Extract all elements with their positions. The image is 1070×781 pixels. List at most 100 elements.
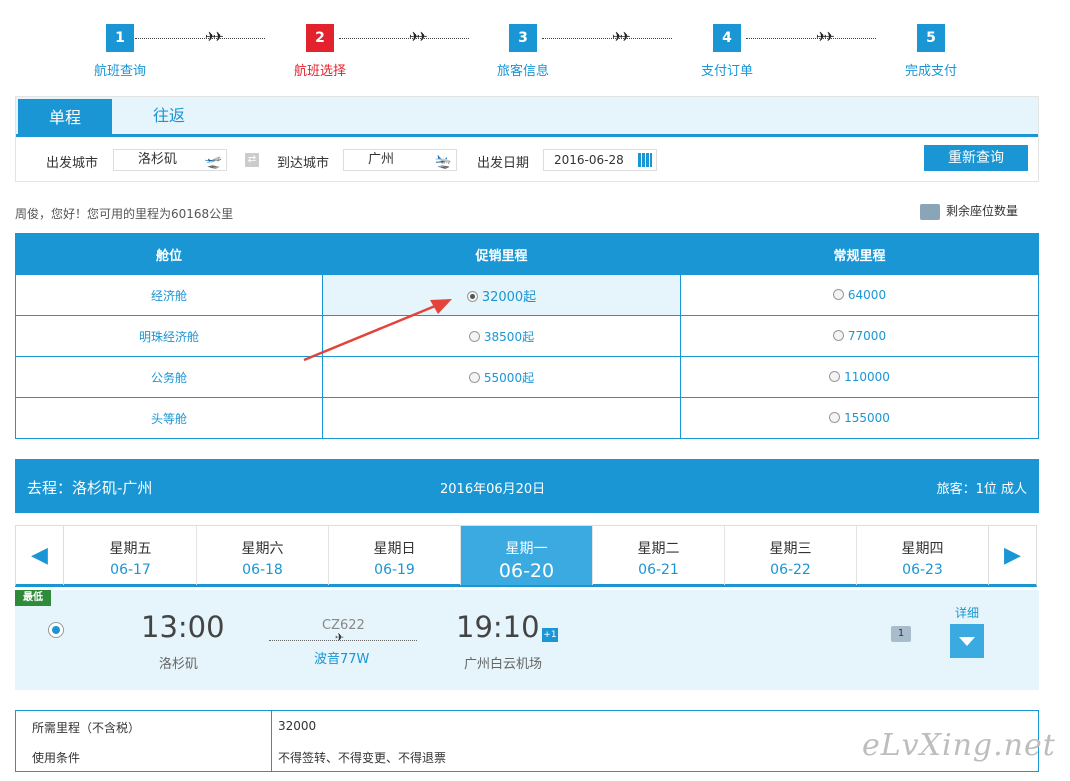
trip-header: 去程：洛杉矶-广州 2016年06月20日 旅客：1位 成人: [15, 459, 1039, 513]
flight-row[interactable]: 最低 13:00 洛杉矶 CZ622 ✈ 波音77W 19:10 +1 广州白云…: [15, 590, 1039, 690]
detail-label[interactable]: 详细: [955, 604, 979, 621]
promo-value: 32000起: [481, 289, 537, 305]
arrival-airport: 广州白云机场: [464, 657, 543, 672]
step-label: 航班查询: [93, 64, 146, 79]
from-city-value: 洛杉矶: [138, 152, 178, 167]
trip-passengers: 旅客：1位 成人: [936, 482, 1027, 497]
step-1: 1 航班查询: [60, 24, 180, 79]
step-4: 4 支付订单: [667, 24, 787, 79]
header-cabin: 舱位: [15, 233, 323, 275]
search-row: 出发城市 洛杉矶 🛫 ⇄ 到达城市 广州 🛬 出发日期 2016-06-28 重…: [16, 145, 1038, 173]
date-tab[interactable]: 星期五 06-17: [65, 526, 197, 585]
tab-roundtrip[interactable]: 往返: [122, 97, 216, 134]
step-number: 2: [306, 24, 334, 52]
day-offset-badge: +1: [542, 628, 558, 642]
plane-icon: ✈✈: [205, 30, 224, 45]
step-connector: [746, 38, 876, 39]
expand-detail-button[interactable]: [950, 624, 984, 658]
plane-icon: ✈✈: [816, 30, 835, 45]
calendar-icon[interactable]: [638, 153, 652, 167]
date-weekday: 星期三: [769, 541, 812, 557]
to-city-value: 广州: [368, 152, 395, 167]
step-label: 完成支付: [904, 64, 957, 79]
tab-oneway[interactable]: 单程: [18, 99, 112, 134]
radio[interactable]: [832, 330, 844, 341]
radio[interactable]: [829, 412, 841, 423]
step-label: 旅客信息: [496, 64, 549, 79]
cabin-table: 舱位 促销里程 常规里程 经济舱 32000起 64000 明珠经济舱 3850…: [15, 233, 1039, 439]
date-weekday: 星期二: [637, 541, 680, 557]
date-tab[interactable]: 星期三 06-22: [725, 526, 857, 585]
table-row: 公务舱 55000起 110000: [15, 356, 1039, 398]
miles-label: 所需里程（不含税）: [32, 721, 141, 735]
step-label: 支付订单: [700, 64, 753, 79]
swap-icon[interactable]: ⇄: [245, 153, 259, 167]
regular-cell[interactable]: 64000: [680, 274, 1039, 316]
regular-cell[interactable]: 155000: [680, 397, 1039, 439]
step-number: 1: [106, 24, 134, 52]
radio[interactable]: [829, 371, 841, 382]
date-day: 06-23: [902, 562, 943, 578]
date-label: 出发日期: [477, 156, 530, 171]
radio[interactable]: [468, 371, 480, 383]
date-weekday: 星期日: [373, 541, 416, 557]
step-2: 2 航班选择: [260, 24, 380, 79]
departure-time: 13:00: [141, 610, 225, 644]
date-weekday: 星期五: [109, 541, 152, 557]
date-tab[interactable]: 星期六 06-18: [197, 526, 329, 585]
regular-cell[interactable]: 110000: [680, 356, 1039, 398]
seat-icon: [920, 203, 940, 220]
step-5: 5 完成支付: [871, 24, 991, 79]
chevron-right-icon: ▶: [1004, 543, 1021, 568]
step-3: 3 旅客信息: [463, 24, 583, 79]
chevron-left-icon: ◀: [31, 543, 48, 568]
watermark-logo: eLvXing.net: [862, 728, 1056, 763]
date-weekday: 星期六: [241, 541, 284, 557]
promo-value: 55000起: [483, 370, 535, 385]
seats-label: 剩余座位数量: [946, 204, 1019, 218]
cabin-table-header: 舱位 促销里程 常规里程: [15, 233, 1039, 275]
regular-value: 110000: [844, 370, 890, 384]
regular-cell[interactable]: 77000: [680, 315, 1039, 357]
cabin-name: 公务舱: [15, 356, 323, 398]
aircraft-type[interactable]: 波音77W: [314, 648, 369, 667]
table-row: 经济舱 32000起 64000: [15, 274, 1039, 316]
header-regular: 常规里程: [680, 233, 1039, 275]
conditions-value: 不得签转、不得变更、不得退票: [278, 751, 447, 765]
radio-selected[interactable]: [466, 290, 478, 302]
prev-week-button[interactable]: ◀: [16, 526, 64, 585]
lowest-price-badge: 最低: [15, 590, 51, 606]
greeting-text: 周俊，您好！您可用的里程为60168公里: [15, 207, 234, 221]
regular-value: 77000: [847, 329, 887, 343]
research-button[interactable]: 重新查询: [924, 145, 1028, 171]
plane-icon: ✈✈: [409, 30, 428, 45]
radio[interactable]: [468, 330, 480, 342]
departure-airport: 洛杉矶: [159, 657, 199, 672]
step-number: 3: [509, 24, 537, 52]
date-weekday: 星期一: [505, 541, 548, 557]
date-day: 06-22: [770, 562, 811, 578]
date-tab-selected[interactable]: 星期一 06-20: [461, 526, 593, 585]
flight-radio[interactable]: [48, 622, 64, 638]
landing-icon: 🛬: [434, 154, 452, 170]
date-weekday: 星期四: [901, 541, 944, 557]
date-input[interactable]: 2016-06-28: [543, 149, 657, 171]
from-city-input[interactable]: 洛杉矶 🛫: [113, 149, 227, 171]
next-week-button[interactable]: ▶: [988, 526, 1036, 585]
progress-steps: 1 航班查询 ✈✈ 2 航班选择 ✈✈ 3 旅客信息 ✈✈ 4 支付订单 ✈✈ …: [60, 24, 990, 84]
cabin-name: 头等舱: [15, 397, 323, 439]
date-tab[interactable]: 星期日 06-19: [329, 526, 461, 585]
trip-date: 2016年06月20日: [440, 482, 546, 497]
step-number: 5: [917, 24, 945, 52]
cabin-name: 明珠经济舱: [15, 315, 323, 357]
promo-value: 38500起: [483, 329, 535, 344]
step-label: 航班选择: [293, 64, 346, 79]
date-tab[interactable]: 星期二 06-21: [593, 526, 725, 585]
date-day: 06-18: [242, 562, 283, 578]
step-connector: [542, 38, 672, 39]
to-city-input[interactable]: 广州 🛬: [343, 149, 457, 171]
radio[interactable]: [832, 289, 844, 300]
miles-value: 32000: [278, 719, 317, 733]
search-panel: 单程 往返 出发城市 洛杉矶 🛫 ⇄ 到达城市 广州 🛬 出发日期 2016-0…: [15, 96, 1039, 182]
date-tab[interactable]: 星期四 06-23: [857, 526, 989, 585]
